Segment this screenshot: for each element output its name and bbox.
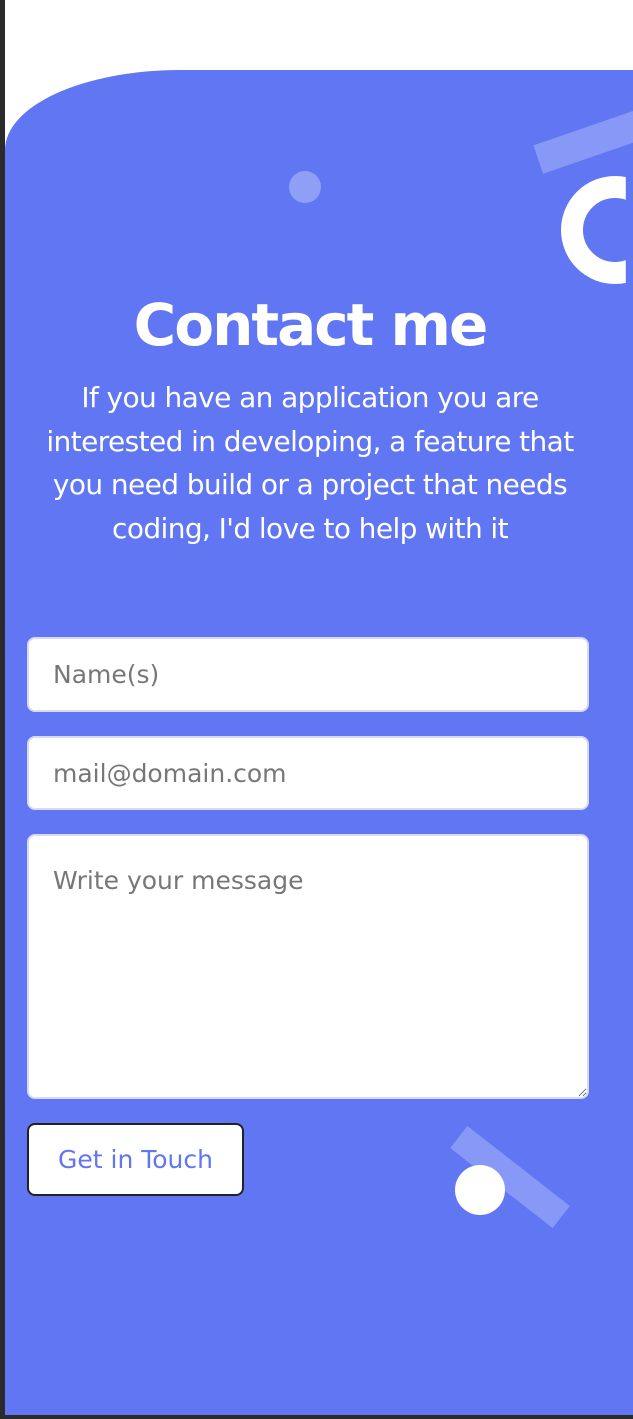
get-in-touch-button[interactable]: Get in Touch	[27, 1123, 244, 1196]
page-title: Contact me	[133, 290, 489, 359]
message-textarea[interactable]	[27, 834, 589, 1099]
decorative-ring	[561, 176, 626, 284]
intro-text: If you have an application you are inter…	[46, 381, 574, 545]
name-input[interactable]	[27, 637, 589, 712]
decorative-bar	[533, 106, 633, 174]
email-input[interactable]	[27, 736, 589, 810]
decorative-bar-bottom	[450, 1125, 570, 1229]
decorative-circle	[455, 1165, 505, 1215]
decorative-dot	[289, 171, 321, 203]
window-edge	[0, 0, 5, 1419]
contact-section: Contact me If you have an application yo…	[5, 70, 633, 1415]
window-edge-bottom	[0, 1415, 633, 1419]
page: Contact me If you have an application yo…	[0, 0, 633, 1419]
